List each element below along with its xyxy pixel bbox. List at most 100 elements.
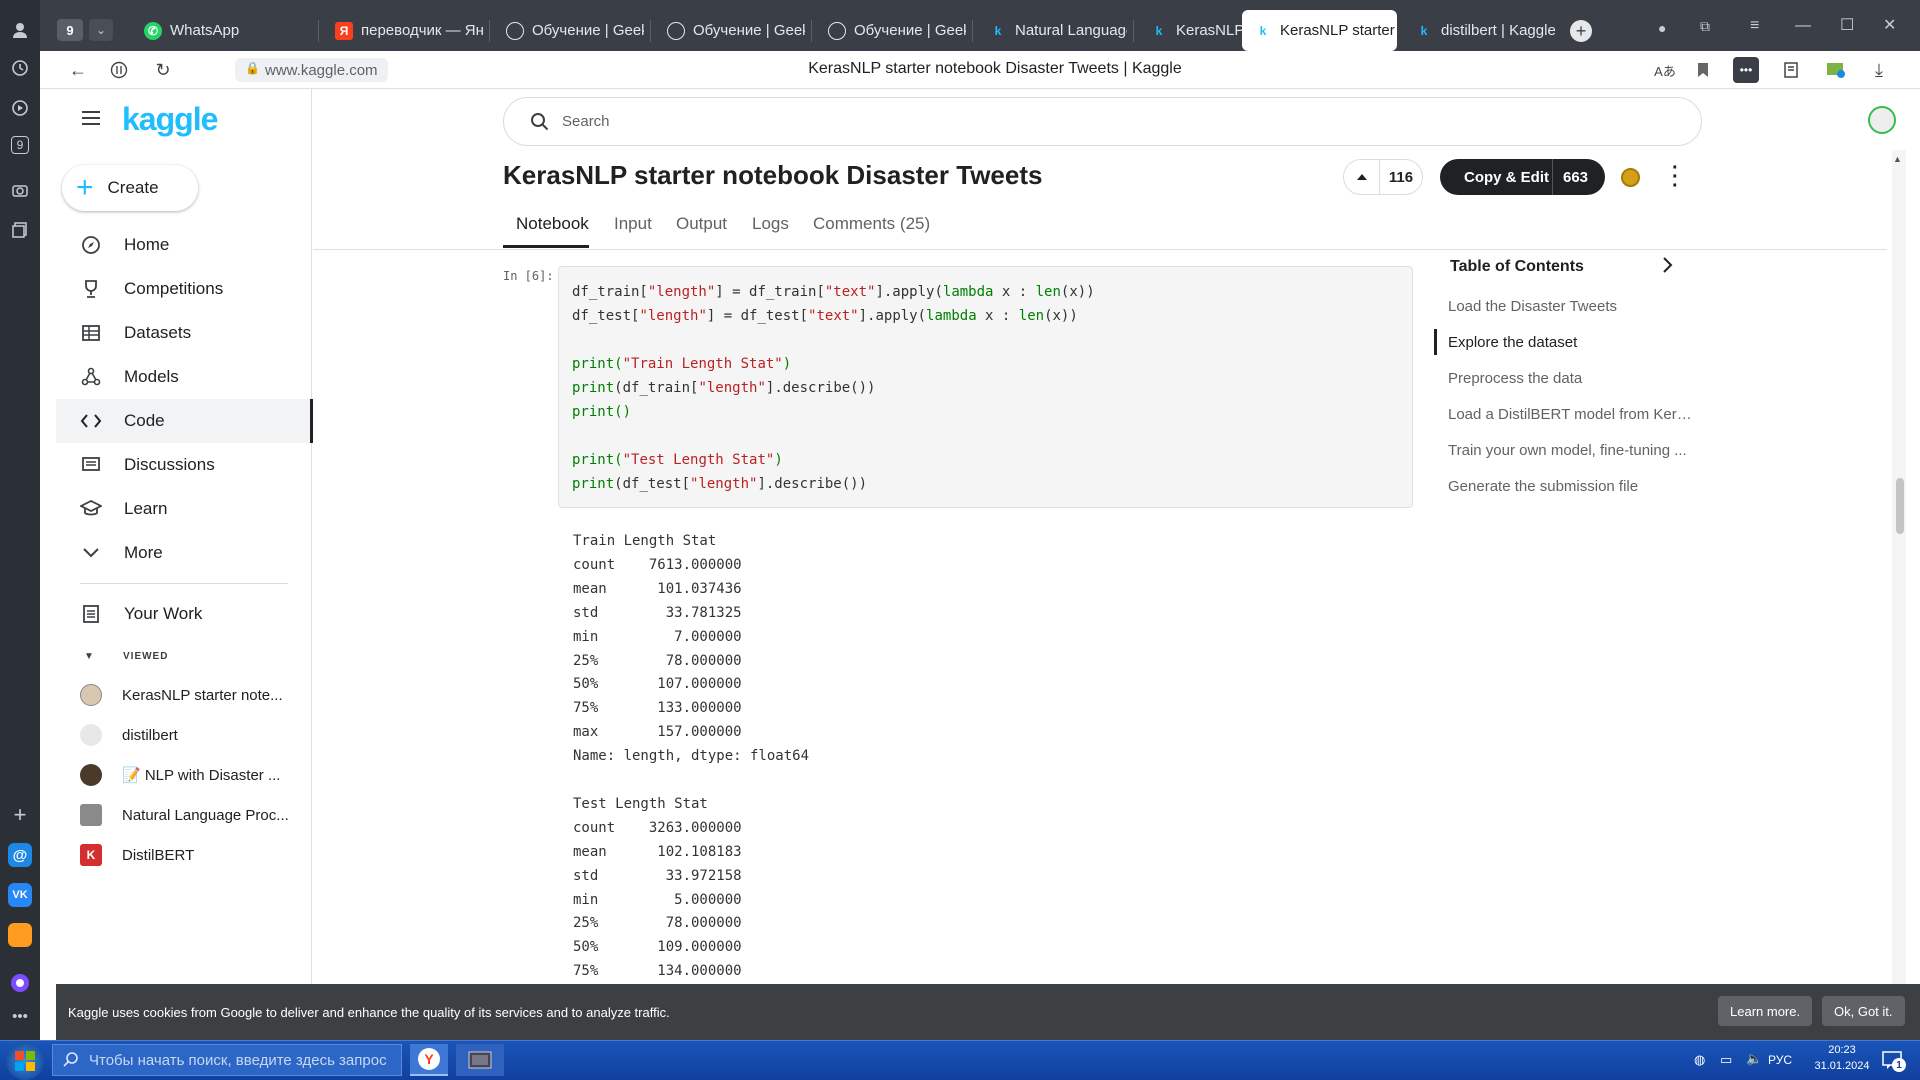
translate-icon[interactable]: Aあ: [1652, 57, 1678, 83]
nav-code[interactable]: Code: [56, 399, 313, 443]
code-line: print(df_train["length"].describe()): [572, 380, 876, 396]
app-taskbar-icon[interactable]: [456, 1044, 504, 1076]
extensions-icon[interactable]: •••: [1733, 57, 1759, 83]
mail-icon[interactable]: @: [8, 843, 32, 867]
nav-competitions[interactable]: Competitions: [56, 267, 312, 311]
chevron-right-icon[interactable]: [1662, 256, 1674, 279]
nav-datasets[interactable]: Datasets: [56, 311, 312, 355]
copy-edit-button[interactable]: Copy & Edit 663: [1440, 159, 1605, 195]
tab-whatsapp[interactable]: ✆ WhatsApp: [132, 10, 312, 51]
viewed-item[interactable]: distilbert: [56, 715, 312, 755]
protect-icon[interactable]: [106, 57, 132, 83]
tab-translator[interactable]: Я переводчик — Янд: [323, 10, 483, 51]
scrollbar-thumb[interactable]: [1896, 478, 1904, 534]
avatar-icon: [80, 764, 102, 786]
language-indicator[interactable]: РУС: [1768, 1053, 1792, 1067]
tab-kerasnlp-active[interactable]: k KerasNLP starter ✕: [1242, 10, 1397, 51]
scroll-up-icon[interactable]: ▲: [1893, 154, 1902, 164]
sidebar-divider: [80, 583, 288, 584]
tabs-panel-icon[interactable]: ⧉: [1700, 18, 1710, 35]
account-icon[interactable]: ●: [1658, 20, 1666, 36]
more-options-icon[interactable]: · · ·: [1672, 158, 1679, 196]
alice-icon[interactable]: [8, 971, 32, 995]
tab-distilbert[interactable]: k distilbert | Kaggle: [1403, 10, 1563, 51]
toc-item[interactable]: Train your own model, fine-tuning ...: [1448, 442, 1693, 459]
ok-got-it-button[interactable]: Ok, Got it.: [1822, 996, 1905, 1026]
toc-item[interactable]: Explore the dataset: [1448, 334, 1693, 351]
vk-icon[interactable]: VK: [8, 883, 32, 907]
extension-image-icon[interactable]: [1823, 57, 1849, 83]
output-line: 75% 134.000000: [573, 963, 742, 980]
messenger-icon[interactable]: [8, 923, 32, 947]
toc-item[interactable]: Preprocess the data: [1448, 370, 1693, 387]
vote-count[interactable]: 116: [1380, 169, 1422, 186]
reload-icon[interactable]: ↻: [150, 57, 176, 83]
upvote-button[interactable]: [1344, 160, 1380, 194]
tab-comments[interactable]: Comments (25): [813, 214, 930, 234]
volume-icon[interactable]: 🔈: [1746, 1051, 1762, 1067]
taskbar-search-input[interactable]: Чтобы начать поиск, введите здесь запрос: [52, 1044, 402, 1076]
more-icon[interactable]: •••: [8, 1004, 32, 1028]
bookmark-icon[interactable]: [1690, 57, 1716, 83]
viewed-item[interactable]: KerasNLP starter note...: [56, 675, 312, 715]
collections-icon[interactable]: [8, 218, 32, 242]
minimize-icon[interactable]: —: [1795, 17, 1811, 35]
new-tab-icon[interactable]: +: [1570, 20, 1592, 42]
tab-natural-language[interactable]: k Natural Language P: [977, 10, 1127, 51]
kaggle-sidebar: kaggle + Create Home Competitions Datase…: [56, 89, 313, 984]
nav-discussions[interactable]: Discussions: [56, 443, 312, 487]
scrollbar-track[interactable]: [1892, 150, 1906, 984]
tab-geekbrains-3[interactable]: Обучение | GeekBr: [816, 10, 966, 51]
add-panel-icon[interactable]: +: [8, 802, 32, 827]
close-window-icon[interactable]: ✕: [1883, 15, 1896, 35]
tab-geekbrains-2[interactable]: Обучение | GeekBr: [655, 10, 805, 51]
cookie-banner: Kaggle uses cookies from Google to deliv…: [56, 984, 1920, 1040]
play-icon[interactable]: [8, 96, 32, 120]
tab-input[interactable]: Input: [614, 214, 652, 234]
viewed-item[interactable]: Natural Language Proc...: [56, 795, 312, 835]
tab-counter-badge[interactable]: 9: [57, 19, 83, 41]
url-field[interactable]: 🔒 www.kaggle.com: [235, 58, 388, 82]
viewed-item[interactable]: 📝 NLP with Disaster ...: [56, 755, 312, 795]
tab-logs[interactable]: Logs: [752, 214, 789, 234]
search-input[interactable]: Search: [503, 97, 1702, 146]
nav-learn[interactable]: Learn: [56, 487, 312, 531]
history-icon[interactable]: [8, 56, 32, 80]
profile-icon[interactable]: [8, 18, 32, 42]
start-button[interactable]: [6, 1042, 44, 1080]
menu-icon[interactable]: ≡: [1750, 17, 1759, 35]
network-status-icon[interactable]: ◍: [1694, 1052, 1705, 1068]
tab-list-chevron-icon[interactable]: ⌄: [89, 19, 113, 41]
nav-your-work[interactable]: Your Work: [56, 592, 312, 636]
camera-icon[interactable]: [8, 178, 32, 202]
learn-more-button[interactable]: Learn more.: [1718, 996, 1813, 1026]
nav-home[interactable]: Home: [56, 223, 312, 267]
output-line: Name: length, dtype: float64: [573, 748, 810, 765]
create-button[interactable]: + Create: [62, 165, 198, 211]
collections-bar-icon[interactable]: [1778, 57, 1804, 83]
user-avatar[interactable]: [1868, 106, 1896, 134]
kaggle-logo[interactable]: kaggle: [122, 101, 218, 138]
back-icon[interactable]: ←: [65, 57, 91, 83]
display-icon[interactable]: ▭: [1720, 1052, 1732, 1068]
nav-more[interactable]: More: [56, 531, 312, 575]
compass-icon: [80, 234, 102, 256]
maximize-icon[interactable]: ☐: [1840, 15, 1854, 35]
toc-item[interactable]: Generate the submission file: [1448, 478, 1693, 495]
tab-output[interactable]: Output: [676, 214, 727, 234]
toc-item[interactable]: Load the Disaster Tweets: [1448, 298, 1693, 315]
tab-notebook[interactable]: Notebook: [516, 214, 589, 234]
hamburger-menu-icon[interactable]: [82, 111, 100, 125]
tab-count-icon[interactable]: 9: [11, 136, 29, 154]
toc-item[interactable]: Load a DistilBERT model from Kera...: [1448, 406, 1693, 423]
yandex-browser-taskbar-icon[interactable]: Y: [410, 1044, 448, 1076]
viewed-collapse-icon[interactable]: ▼: [84, 651, 94, 662]
clock[interactable]: 20:23 31.01.2024: [1806, 1044, 1878, 1072]
tab-geekbrains-1[interactable]: Обучение | GeekBr: [494, 10, 644, 51]
output-line: std 33.781325: [573, 604, 742, 621]
tabs-divider: [313, 249, 1887, 250]
downloads-icon[interactable]: ⤓: [1866, 57, 1892, 83]
viewed-item[interactable]: K DistilBERT: [56, 835, 312, 875]
nav-models[interactable]: Models: [56, 355, 312, 399]
code-line: print("Train Length Stat"): [572, 356, 792, 372]
